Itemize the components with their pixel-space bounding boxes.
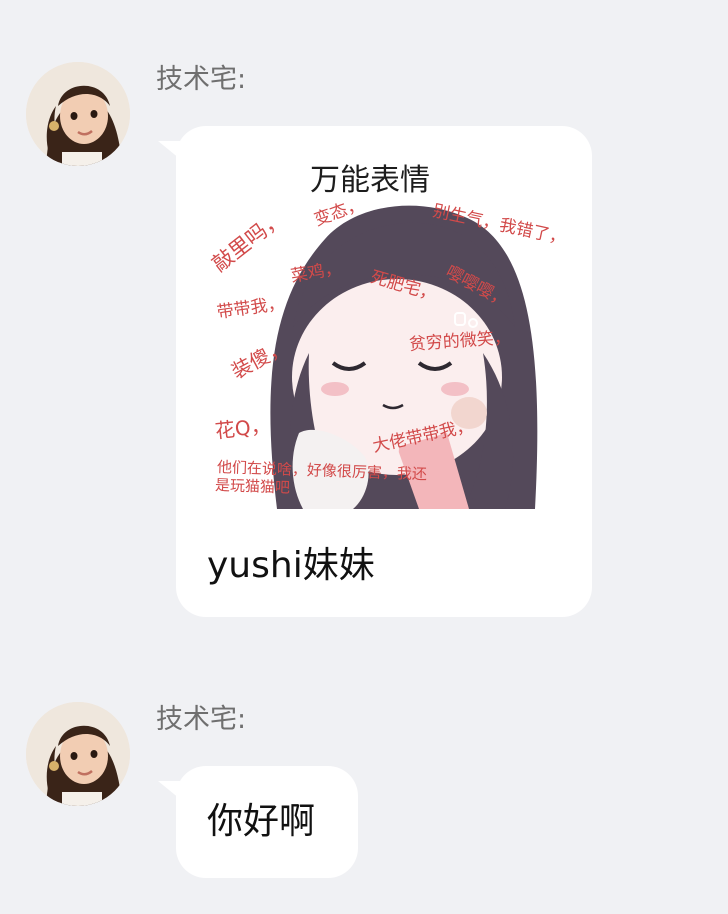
sender-name: 技术宅: xyxy=(156,64,247,95)
message-text: 你好啊 xyxy=(207,801,316,842)
bubble-tail xyxy=(158,781,180,799)
sticker-image[interactable]: 万能表情 别生气，我错了， 敲里吗， 变态， 带带我， 菜鸡， 死肥宅， 嘤嘤嘤… xyxy=(207,157,562,509)
sticker-phrase: 花Q， xyxy=(213,413,272,443)
avatar-image xyxy=(26,702,130,806)
sender-name: 技术宅: xyxy=(156,704,247,735)
avatar-image xyxy=(26,62,130,166)
avatar[interactable] xyxy=(26,702,130,806)
avatar[interactable] xyxy=(26,62,130,166)
message-bubble[interactable]: 万能表情 别生气，我错了， 敲里吗， 变态， 带带我， 菜鸡， 死肥宅， 嘤嘤嘤… xyxy=(158,126,592,617)
bubble-tail xyxy=(158,141,180,159)
sticker-phrase: 是玩猫猫吧 xyxy=(214,476,291,497)
message-bubble[interactable]: 你好啊 xyxy=(158,766,358,878)
sticker-title: 万能表情 xyxy=(310,163,430,198)
message-text: yushi妹妹 xyxy=(207,545,375,586)
